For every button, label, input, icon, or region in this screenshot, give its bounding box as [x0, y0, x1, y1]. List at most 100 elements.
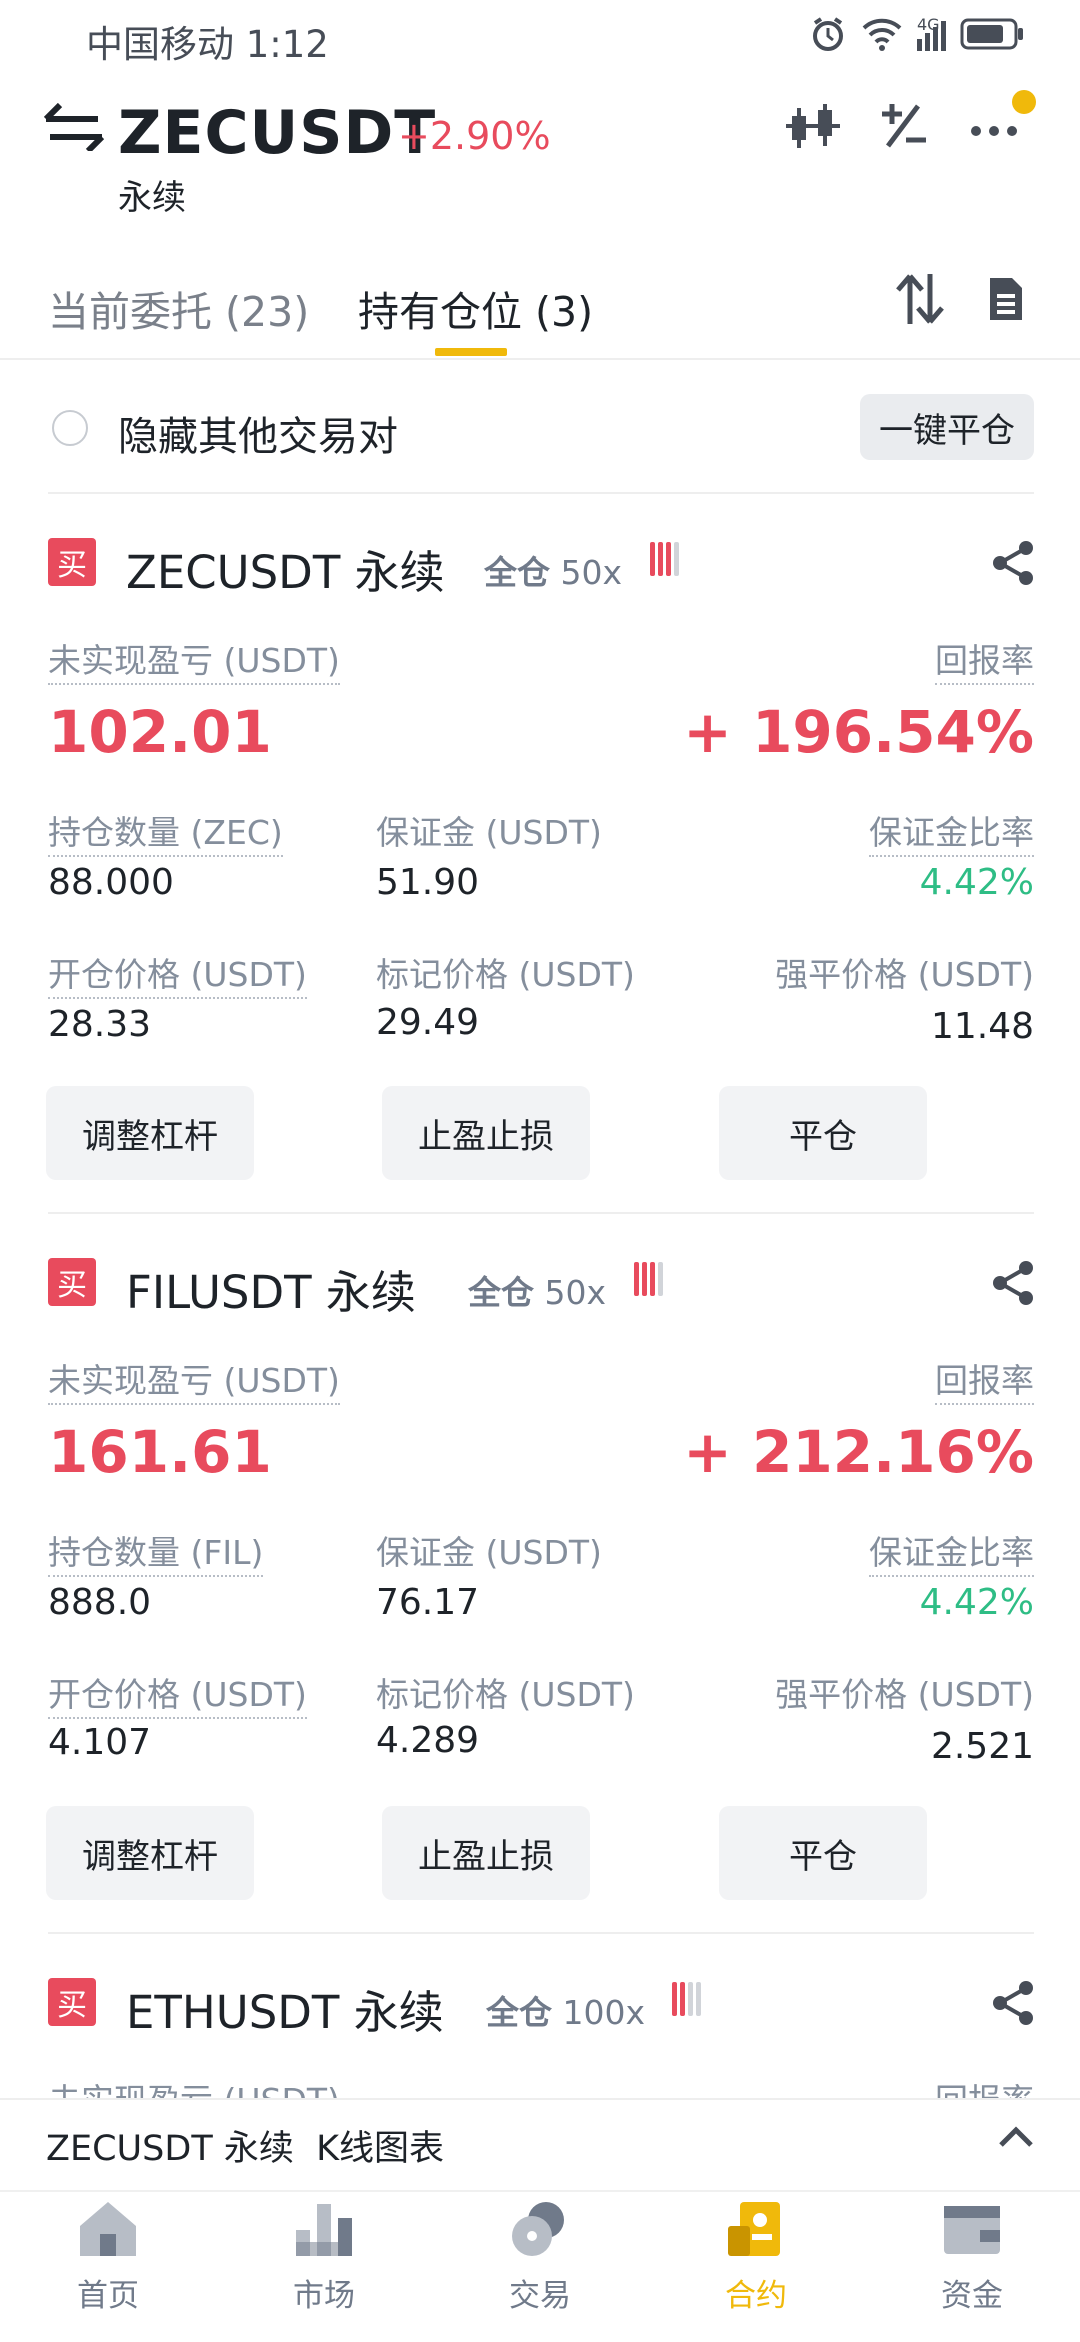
nav-wallet[interactable]: 资金 [902, 2200, 1042, 2315]
status-icons: 4G [809, 14, 1024, 58]
risk-indicator [634, 1262, 663, 1296]
position-symbol[interactable]: ETHUSDT 永续 [126, 1976, 444, 2041]
entry-price-value: 28.33 [48, 1004, 152, 1045]
battery-icon [960, 17, 1024, 55]
margin-ratio-label: 保证金比率 [869, 1533, 1034, 1577]
divider [48, 1212, 1034, 1214]
quantity-value: 888.0 [48, 1582, 152, 1623]
candlestick-icon[interactable] [786, 102, 840, 154]
nav-trade[interactable]: 交易 [470, 2200, 610, 2315]
liq-price-label: 强平价格 (USDT) [775, 955, 1034, 994]
nav-label: 市场 [293, 2278, 355, 2314]
margin-mode: 全仓 50x [468, 1273, 607, 1312]
unrealized-pnl-label: 未实现盈亏 (USDT) [48, 1361, 340, 1405]
signal-icon: 4G [917, 15, 946, 51]
share-icon[interactable] [990, 540, 1036, 590]
close-position-button[interactable]: 平仓 [719, 1806, 927, 1900]
buy-badge: 买 [48, 1978, 96, 2026]
margin-ratio-label: 保证金比率 [869, 813, 1034, 857]
entry-price-value: 4.107 [48, 1722, 152, 1763]
roe-value: + 212.16% [683, 1418, 1034, 1486]
divider [48, 492, 1034, 494]
margin-mode: 全仓 50x [484, 553, 623, 592]
nav-label: 交易 [509, 2278, 571, 2314]
position-card-ethusdt: 买 ETHUSDT 永续 全仓 100x 未实现盈亏 (USDT) 回报率 [0, 1952, 1080, 2098]
wifi-icon [861, 16, 903, 56]
more-icon[interactable] [970, 122, 1018, 141]
margin-label: 保证金 (USDT) [376, 813, 602, 852]
unrealized-pnl-label: 未实现盈亏 (USDT) [48, 641, 340, 685]
sort-icon[interactable] [896, 272, 944, 330]
trade-icon [470, 2200, 610, 2262]
margin-mode: 全仓 100x [486, 1993, 646, 2032]
tp-sl-button[interactable]: 止盈止损 [382, 1806, 590, 1900]
margin-value: 51.90 [376, 862, 480, 903]
nav-label: 资金 [941, 2278, 1003, 2314]
position-card-zecusdt: 买 ZECUSDT 永续 全仓 50x 未实现盈亏 (USDT) 回报率 102… [0, 512, 1080, 1232]
close-position-button[interactable]: 平仓 [719, 1086, 927, 1180]
mark-price-value: 29.49 [376, 1002, 480, 1043]
share-icon[interactable] [990, 1980, 1036, 2030]
status-bar: 中国移动 1:12 4G [0, 0, 1080, 72]
divider [48, 1932, 1034, 1934]
risk-indicator [650, 542, 679, 576]
nav-futures[interactable]: 合约 [686, 2200, 826, 2315]
entry-price-label: 开仓价格 (USDT) [48, 1675, 307, 1719]
tab-positions[interactable]: 持有仓位 (3) [358, 278, 593, 338]
adjust-leverage-button[interactable]: 调整杠杆 [46, 1806, 254, 1900]
roe-value: + 196.54% [683, 698, 1034, 766]
nav-label: 合约 [725, 2278, 787, 2314]
nav-home[interactable]: 首页 [38, 2200, 178, 2315]
quantity-value: 88.000 [48, 862, 174, 903]
chevron-up-icon[interactable] [998, 2126, 1034, 2152]
hide-other-pairs-label[interactable]: 隐藏其他交易对 [118, 404, 398, 462]
carrier-time: 中国移动 1:12 [86, 23, 329, 66]
hide-other-pairs-checkbox[interactable] [52, 410, 88, 446]
adjust-leverage-button[interactable]: 调整杠杆 [46, 1086, 254, 1180]
quantity-label: 持仓数量 (ZEC) [48, 813, 283, 857]
nav-market[interactable]: 市场 [254, 2200, 394, 2315]
margin-ratio-value: 4.42% [919, 862, 1034, 903]
tab-open-orders[interactable]: 当前委托 (23) [48, 278, 309, 338]
history-icon[interactable] [988, 276, 1024, 326]
unrealized-pnl-value: 102.01 [48, 698, 272, 766]
position-symbol[interactable]: ZECUSDT 永续 [126, 536, 445, 601]
share-icon[interactable] [990, 1260, 1036, 1310]
mark-price-label: 标记价格 (USDT) [376, 955, 635, 994]
liq-price-label: 强平价格 (USDT) [775, 1675, 1034, 1714]
liq-price-value: 2.521 [930, 1726, 1034, 1767]
quantity-label: 持仓数量 (FIL) [48, 1533, 264, 1577]
roe-label: 回报率 [935, 2081, 1034, 2098]
margin-value: 76.17 [376, 1582, 480, 1623]
risk-indicator [672, 1982, 701, 2016]
notification-dot [1012, 90, 1036, 114]
futures-icon [686, 2200, 826, 2262]
position-symbol[interactable]: FILUSDT 永续 [126, 1256, 416, 1321]
position-card-filusdt: 买 FILUSDT 永续 全仓 50x 未实现盈亏 (USDT) 回报率 161… [0, 1232, 1080, 1952]
price-change: +2.90% [398, 114, 551, 158]
active-tab-indicator [435, 348, 507, 356]
swap-arrows-icon[interactable] [43, 102, 105, 155]
plus-minus-icon[interactable] [878, 102, 928, 154]
nav-label: 首页 [77, 2278, 139, 2314]
roe-label: 回报率 [935, 1361, 1034, 1405]
entry-price-label: 开仓价格 (USDT) [48, 955, 307, 999]
unrealized-pnl-label: 未实现盈亏 (USDT) [48, 2081, 340, 2098]
contract-type: 永续 [118, 178, 186, 218]
mark-price-label: 标记价格 (USDT) [376, 1675, 635, 1714]
kline-chart-label[interactable]: ZECUSDT 永续 K线图表 [46, 2120, 444, 2171]
buy-badge: 买 [48, 1258, 96, 1306]
liq-price-value: 11.48 [930, 1006, 1034, 1047]
market-icon [254, 2200, 394, 2262]
unrealized-pnl-value: 161.61 [48, 1418, 272, 1486]
alarm-icon [809, 15, 847, 57]
page-title[interactable]: ZECUSDT [118, 98, 436, 168]
margin-ratio-value: 4.42% [919, 1582, 1034, 1623]
home-icon [38, 2200, 178, 2262]
roe-label: 回报率 [935, 641, 1034, 685]
close-all-button[interactable]: 一键平仓 [860, 394, 1034, 460]
tab-divider [0, 358, 1080, 360]
tp-sl-button[interactable]: 止盈止损 [382, 1086, 590, 1180]
buy-badge: 买 [48, 538, 96, 586]
wallet-icon [902, 2200, 1042, 2262]
